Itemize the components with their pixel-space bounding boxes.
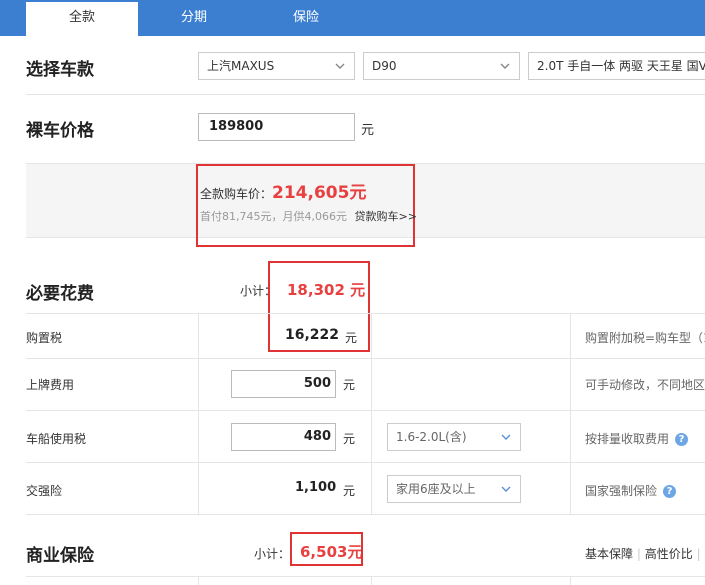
bare-price-title: 裸车价格 [26,121,94,141]
compulsory-insurance-note-text: 国家强制保险 [585,484,658,498]
divider [198,313,199,514]
bare-price-input[interactable]: 189800 [198,113,355,141]
total-price-value: 214,605元 [272,183,367,203]
purchase-tax-unit: 元 [345,331,358,345]
commercial-insurance-subtotal-label: 小计： [254,547,291,561]
help-icon[interactable]: ? [675,433,689,446]
payment-summary: 首付81,745元，月供4,066元 贷款购车>> [200,208,417,224]
vehicle-tax-label: 车船使用税 [26,432,87,446]
chevron-down-icon [501,434,511,440]
commercial-insurance-title: 商业保险 [26,546,94,566]
divider [26,313,705,314]
down-payment-text: 首付81,745元，月供4,066元 [200,210,347,223]
divider [26,576,705,577]
divider [371,576,372,585]
chevron-down-icon [501,486,511,492]
total-price-label: 全款购车价： [200,187,273,201]
brand-select-value: 上汽MAXUS [207,59,275,73]
model-select[interactable]: 2.0T 手自一体 两驱 天王星 国VI [528,52,705,80]
loan-link[interactable]: 贷款购车>> [354,210,416,223]
total-price-line: 全款购车价：214,605元 [200,178,366,203]
compulsory-insurance-note: 国家强制保险? [585,482,677,499]
chevron-down-icon [500,63,510,69]
divider [26,410,705,411]
highlight-box [290,532,363,566]
required-fees-title: 必要花费 [26,284,94,304]
help-icon[interactable]: ? [663,485,677,498]
divider [570,313,571,514]
seat-type-select-value: 家用6座及以上 [396,482,476,496]
plan-basic[interactable]: 基本保障 [585,547,633,561]
displacement-select[interactable]: 1.6-2.0L(含) [387,423,521,451]
select-car-title: 选择车款 [26,60,94,80]
insurance-plan-options: 基本保障 | 高性价比 | ■ [585,547,705,561]
registration-fee-label: 上牌费用 [26,378,75,392]
compulsory-insurance-unit: 元 [343,484,356,498]
registration-fee-unit: 元 [343,378,356,392]
series-select[interactable]: D90 [363,52,520,80]
highlight-box [196,164,415,247]
tab-insurance[interactable]: 保险 [250,0,362,36]
chevron-down-icon [335,63,345,69]
tab-full-payment[interactable]: 全款 [26,0,138,36]
displacement-select-value: 1.6-2.0L(含) [396,430,467,444]
vehicle-tax-note: 按排量收取费用? [585,430,689,447]
compulsory-insurance-label: 交强险 [26,484,63,498]
divider [570,576,571,585]
model-select-value: 2.0T 手自一体 两驱 天王星 国VI [537,59,705,73]
registration-fee-note: 可手动修改，不同地区 [585,378,705,392]
vehicle-tax-unit: 元 [343,432,356,446]
divider [371,313,372,514]
tab-installment[interactable]: 分期 [138,0,250,36]
divider [26,462,705,463]
purchase-tax-note: 购置附加税=购车型（1 [585,331,705,345]
compulsory-insurance-value: 1,100 [295,480,337,495]
registration-fee-input[interactable]: 500 [231,370,336,398]
purchase-tax-value: 16,222 [285,327,340,343]
vehicle-tax-input[interactable]: 480 [231,423,336,451]
divider [26,94,705,95]
divider [26,358,705,359]
vehicle-tax-note-text: 按排量收取费用 [585,432,670,446]
purchase-tax-label: 购置税 [26,331,63,345]
brand-select[interactable]: 上汽MAXUS [198,52,355,80]
divider [198,576,199,585]
plan-value[interactable]: 高性价比 [645,547,693,561]
seat-type-select[interactable]: 家用6座及以上 [387,475,521,503]
divider [26,514,705,515]
series-select-value: D90 [372,59,397,73]
bare-price-unit: 元 [361,123,375,138]
